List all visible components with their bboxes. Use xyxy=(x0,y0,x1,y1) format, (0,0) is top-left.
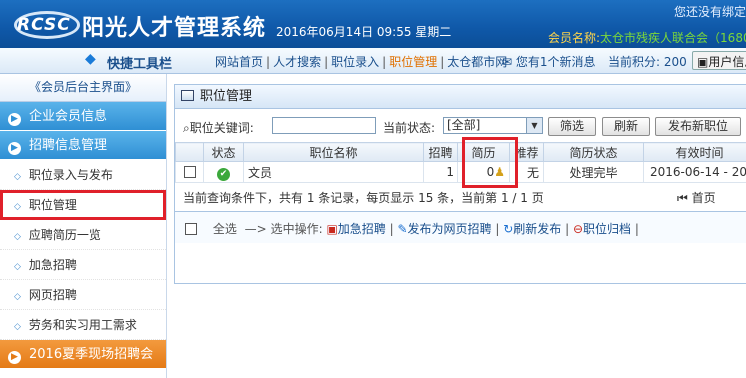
table-row: ✔ 文员 1 0♟ 无 处理完毕 2016-06-14 - 201 xyxy=(175,161,746,183)
action-bar: 全选 —> 选中操作: ▣加急招聘 | ✎发布为网页招聘 | ↻刷新发布 | ⊖… xyxy=(175,211,746,243)
quick-toolbar: ◆ 快捷工具栏 xyxy=(0,48,210,74)
table-header: 职位名称 xyxy=(243,142,424,162)
refresh-icon: ↻ xyxy=(503,222,514,236)
diamond-icon: ◇ xyxy=(14,232,21,242)
status-label: 当前状态: xyxy=(383,121,436,135)
sidebar-item-labor[interactable]: ◇ 劳务和实习用工需求 xyxy=(0,310,166,340)
panel-title: 职位管理 xyxy=(175,85,746,109)
sidebar-home-link[interactable]: 《会员后台主界面》 xyxy=(0,74,166,102)
sidebar-group-recruit[interactable]: ▶ 招聘信息管理 xyxy=(0,131,166,160)
diamond-icon: ◇ xyxy=(14,202,21,212)
row-checkbox[interactable] xyxy=(183,166,196,178)
nav-links: 网站首页 | 人才搜索 | 职位录入 | 职位管理 | 太仓都市网 xyxy=(214,55,508,69)
sidebar-group-company[interactable]: ▶ 企业会员信息 xyxy=(0,102,166,131)
recruit-count: 1 xyxy=(423,161,458,183)
chevron-down-icon: ▼ xyxy=(526,118,542,133)
job-manage-panel: 职位管理 ⌕职位关键词: 当前状态: [全部] ▼ 筛选 刷新 发布新职位 状态 … xyxy=(174,84,746,284)
republish-button[interactable]: 刷新发布 xyxy=(513,222,561,236)
urgent-button[interactable]: 加急招聘 xyxy=(338,222,386,236)
header-date: 2016年06月14日 09:55 星期二 xyxy=(276,25,452,39)
message-notice[interactable]: ✉ 您有1个新消息 xyxy=(502,53,596,70)
job-table: 状态 职位名称 招聘 简历 推荐 简历状态 有效时间 ✔ 文员 1 0♟ 无 处… xyxy=(175,142,746,183)
arrow-icon: ▶ xyxy=(8,142,21,155)
table-header: 有效时间 xyxy=(643,142,746,162)
nav-link-home[interactable]: 网站首页 xyxy=(214,55,264,69)
nav-bar: ◆ 快捷工具栏 网站首页 | 人才搜索 | 职位录入 | 职位管理 | 太仓都市网 ✉ 您有1个… xyxy=(0,48,746,74)
search-bar: ⌕职位关键词: 当前状态: [全部] ▼ 筛选 刷新 发布新职位 xyxy=(175,116,746,138)
system-name: 阳光人才管理系统 xyxy=(82,16,267,41)
select-all-checkbox[interactable] xyxy=(185,223,197,235)
select-all-label: 全选 xyxy=(212,222,237,236)
nav-link-talent-search[interactable]: 人才搜索 xyxy=(272,55,322,69)
urgent-icon: ▣ xyxy=(326,222,338,236)
search-icon: ⌕ xyxy=(183,121,190,135)
quick-toolbar-label: 快捷工具栏 xyxy=(107,57,173,72)
refresh-button[interactable]: 刷新 xyxy=(602,117,650,136)
toolbar-icon: ◆ xyxy=(85,51,96,67)
edit-icon: ✎ xyxy=(397,222,408,236)
main-content: 职位管理 ⌕职位关键词: 当前状态: [全部] ▼ 筛选 刷新 发布新职位 状态 … xyxy=(174,84,746,378)
member-name: 太仓市残疾人联合会（1680 xyxy=(600,31,746,45)
table-header: 简历状态 xyxy=(543,142,644,162)
web-publish-button[interactable]: 发布为网页招聘 xyxy=(408,222,492,236)
sidebar-item-urgent[interactable]: ◇ 加急招聘 xyxy=(0,250,166,280)
publish-job-button[interactable]: 发布新职位 xyxy=(655,117,741,136)
sidebar-item-web-recruit[interactable]: ◇ 网页招聘 xyxy=(0,280,166,310)
sidebar-item-resumes[interactable]: ◇ 应聘简历一览 xyxy=(0,220,166,250)
pager[interactable]: ⏮ 首页 xyxy=(677,189,716,206)
nav-link-job-manage[interactable]: 职位管理 xyxy=(388,55,438,69)
job-title-link[interactable]: 文员 xyxy=(243,161,424,183)
mail-icon: ✉ xyxy=(502,55,513,69)
filter-button[interactable]: 筛选 xyxy=(548,117,596,136)
user-icon: ▣ xyxy=(697,55,709,69)
status-select[interactable]: [全部] ▼ xyxy=(443,117,543,134)
window-icon xyxy=(181,90,194,101)
sidebar-item-job-entry[interactable]: ◇ 职位录入与发布 xyxy=(0,160,166,190)
table-header-row: 状态 职位名称 招聘 简历 推荐 简历状态 有效时间 xyxy=(175,142,746,162)
sidebar-item-job-manage[interactable]: ◇ 职位管理 xyxy=(0,190,166,220)
diamond-icon: ◇ xyxy=(14,172,21,182)
nav-link-job-entry[interactable]: 职位录入 xyxy=(330,55,380,69)
user-info-button[interactable]: ▣用户信息 xyxy=(692,51,746,70)
score-display: 当前积分: 200 xyxy=(608,55,687,69)
diamond-icon: ◇ xyxy=(14,262,21,272)
archive-icon: ⊖ xyxy=(572,222,584,236)
arrow-icon: ▶ xyxy=(8,113,21,126)
member-info: 会员名称:太仓市残疾人联合会（1680 xyxy=(548,29,746,46)
arrow-icon: ▶ xyxy=(8,351,21,364)
sidebar-group-job-fair[interactable]: ▶ 2016夏季现场招聘会 xyxy=(0,340,166,369)
diamond-icon: ◇ xyxy=(14,322,21,332)
table-header: 招聘 xyxy=(423,142,458,162)
archive-button[interactable]: 职位归档 xyxy=(583,222,631,236)
table-header: 状态 xyxy=(203,142,244,162)
welcome-text: 您还没有绑定 xyxy=(673,5,746,19)
first-page-icon: ⏮ xyxy=(677,191,688,205)
nav-link-taicang[interactable]: 太仓都市网 xyxy=(446,55,508,69)
sidebar: 《会员后台主界面》 ▶ 企业会员信息 ▶ 招聘信息管理 ◇ 职位录入与发布 ◇ 职位管理… xyxy=(0,74,167,378)
first-page-link: 首页 xyxy=(691,191,716,205)
pagination-info: 当前查询条件下，共有 1 条记录，每页显示 15 条，当前第 1 / 1 页 xyxy=(183,191,544,205)
keyword-label: ⌕职位关键词: xyxy=(183,121,254,135)
valid-time: 2016-06-14 - 201 xyxy=(643,161,746,183)
header-bar: RCSC 阳光人才管理系统 2016年06月14日 09:55 星期二 您还没有… xyxy=(0,0,746,48)
resume-highlight-box xyxy=(462,137,518,188)
diamond-icon: ◇ xyxy=(14,292,21,302)
resume-status: 处理完毕 xyxy=(543,161,644,183)
table-header-check xyxy=(175,142,204,162)
rcsc-logo: RCSC xyxy=(14,11,80,39)
check-icon: ✔ xyxy=(217,168,230,181)
keyword-input[interactable] xyxy=(272,117,376,134)
